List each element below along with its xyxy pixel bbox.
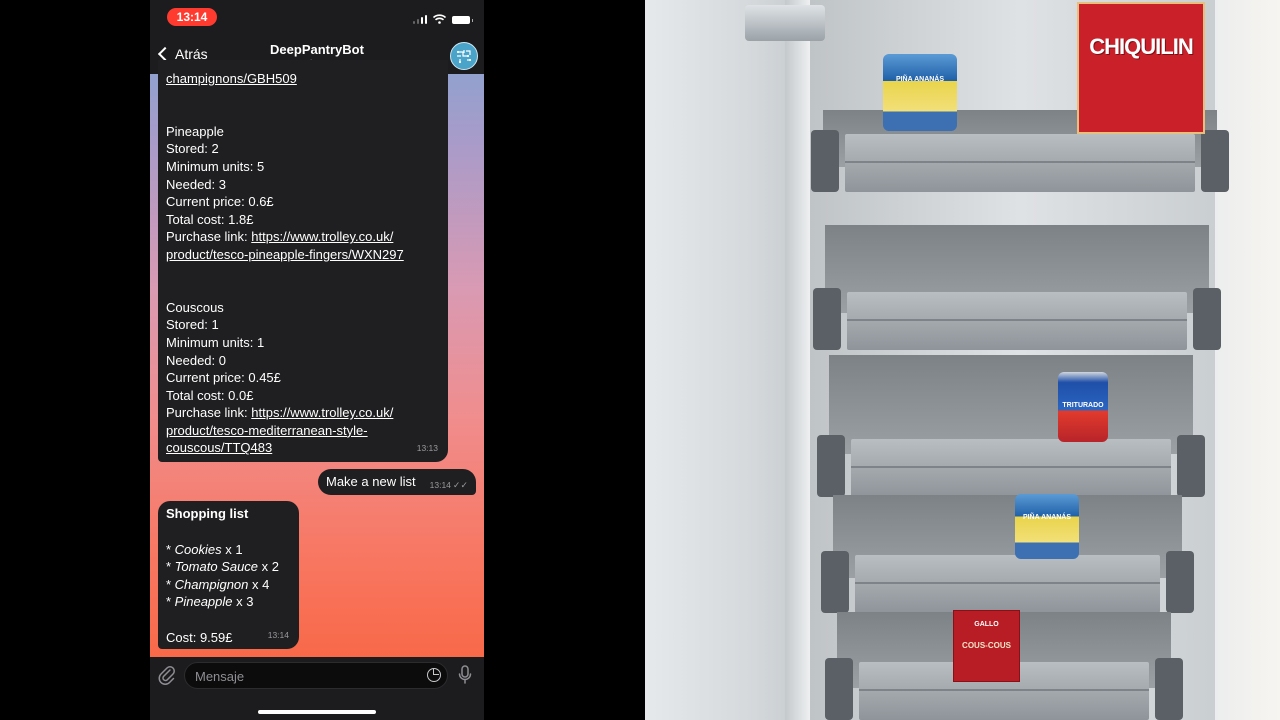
door-edge (785, 0, 810, 720)
chat-title[interactable]: DeepPantryBot (150, 42, 484, 57)
pineapple-can: PIÑA ANANÁS (883, 54, 957, 131)
sticker-icon[interactable] (427, 668, 441, 682)
center-black-divider (484, 0, 645, 720)
status-icons (412, 12, 473, 24)
item-current-price: Current price: 0.45£ (166, 370, 281, 386)
message-time: 13:14 ✓✓ (429, 480, 468, 490)
couscous-box: GALLO COUS-COUS (953, 610, 1020, 682)
microphone-icon[interactable] (458, 665, 472, 685)
shopping-list-message: Shopping list * Cookies x 1 * Tomato Sau… (158, 501, 299, 649)
inventory-message: champignons/GBH509 Pineapple Stored: 2 M… (158, 60, 448, 462)
item-needed: Needed: 0 (166, 352, 226, 368)
message-input[interactable]: Mensaje (184, 662, 448, 689)
status-bar: 13:14 (150, 0, 484, 34)
item-minimum: Minimum units: 1 (166, 334, 265, 350)
signal-icon (412, 15, 427, 24)
list-item: * Champignon x 4 (166, 576, 270, 592)
bot-avatar-icon (456, 50, 472, 64)
user-message-text: Make a new list (326, 474, 416, 489)
list-item: * Pineapple x 3 (166, 594, 254, 610)
wifi-icon (433, 14, 446, 24)
item-needed: Needed: 3 (166, 176, 226, 192)
pantry-photo: PIÑA ANANÁS CHIQUILIN TRITURADO PIÑA ANA… (645, 0, 1280, 720)
message-input-placeholder: Mensaje (195, 669, 245, 684)
phone-screen: 13:14 Atrás DeepPantryBot bot champignon… (150, 0, 484, 720)
cabinet-side-panel (1215, 0, 1280, 720)
message-input-bar: Mensaje (150, 657, 484, 720)
cookie-box: CHIQUILIN (1077, 2, 1205, 134)
shopping-list-title: Shopping list (166, 506, 249, 521)
item-stored: Stored: 1 (166, 317, 219, 333)
purchase-label: Purchase link: (166, 405, 252, 421)
battery-icon (452, 16, 473, 24)
purchase-link[interactable]: couscous/TTQ483 (166, 439, 446, 457)
shopping-list-cost: Cost: 9.59£ (166, 629, 233, 645)
status-time: 13:14 (167, 8, 217, 26)
tomato-can: TRITURADO (1058, 372, 1108, 442)
item-stored: Stored: 2 (166, 141, 219, 157)
item-name: Pineapple (166, 123, 224, 139)
home-indicator (258, 710, 376, 714)
purchase-link[interactable]: product/tesco-pineapple-fingers/WXN297 (166, 246, 446, 264)
item-minimum: Minimum units: 5 (166, 158, 265, 174)
purchase-link[interactable]: product/tesco-mediterranean-style- (166, 422, 446, 440)
hinge (745, 5, 825, 41)
purchase-label: Purchase link: (166, 229, 252, 245)
pantry-drawer (813, 225, 1221, 350)
item-name: Couscous (166, 299, 224, 315)
item-total-cost: Total cost: 1.8£ (166, 211, 254, 227)
left-black-margin (0, 0, 150, 720)
pineapple-can: PIÑA ANANÁS (1015, 494, 1079, 559)
read-checks-icon: ✓✓ (452, 480, 468, 490)
item-current-price: Current price: 0.6£ (166, 194, 274, 210)
list-item: * Tomato Sauce x 2 (166, 559, 279, 575)
pantry-drawer (821, 495, 1194, 613)
purchase-link[interactable]: https://www.trolley.co.uk/ (251, 405, 393, 420)
cabinet-door (645, 0, 795, 720)
message-time: 13:14 (267, 630, 289, 641)
bot-avatar[interactable] (450, 42, 478, 70)
purchase-link[interactable]: https://www.trolley.co.uk/ (251, 229, 393, 244)
link-fragment[interactable]: champignons/GBH509 (166, 70, 446, 88)
message-time: 13:13 (416, 443, 438, 454)
user-message: Make a new list 13:14 ✓✓ (318, 469, 476, 495)
item-total-cost: Total cost: 0.0£ (166, 387, 254, 403)
pantry-drawer (817, 355, 1205, 497)
attach-icon[interactable] (158, 664, 176, 686)
list-item: * Cookies x 1 (166, 541, 243, 557)
